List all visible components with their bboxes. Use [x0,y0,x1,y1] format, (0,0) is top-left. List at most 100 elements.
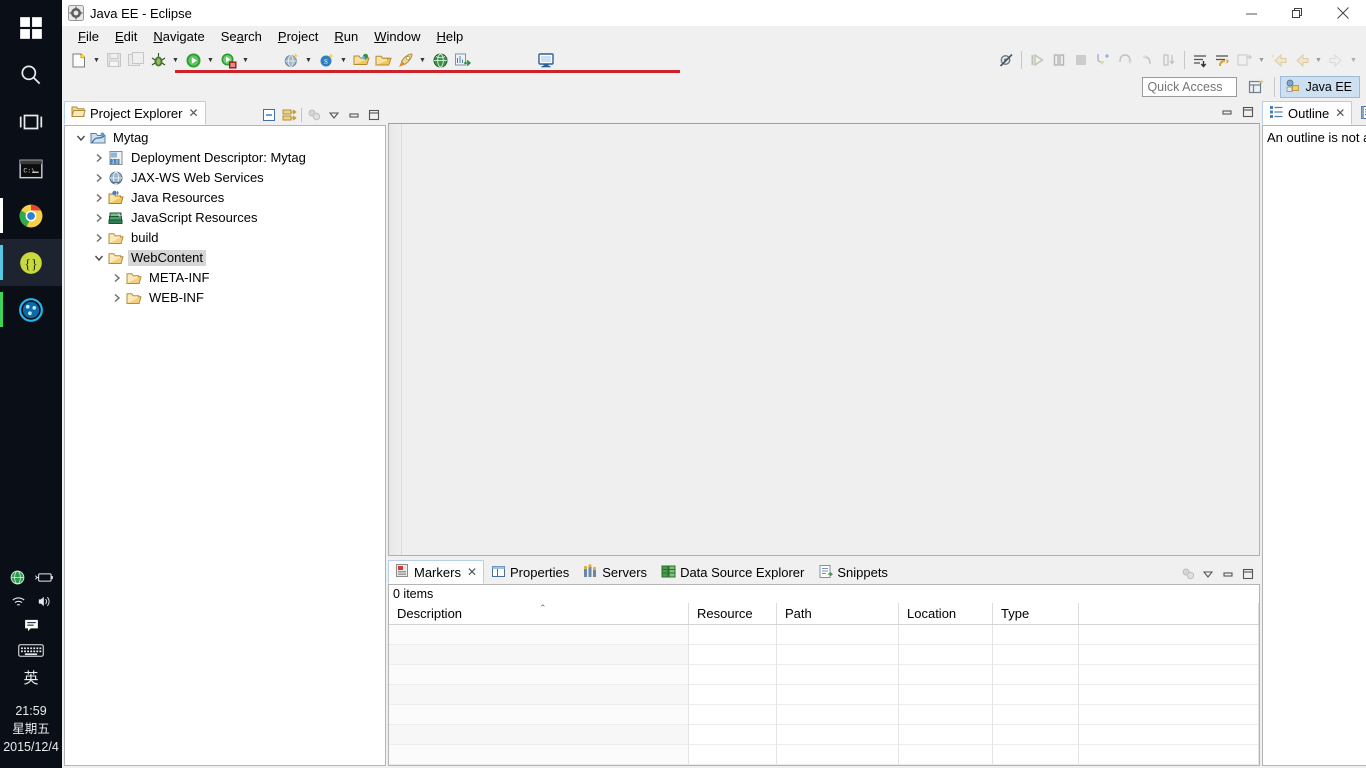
tab-data-source-explorer[interactable]: Data Source Explorer [654,560,811,584]
notification-icon[interactable] [23,617,40,637]
link-with-editor-icon[interactable] [281,107,297,123]
view-menu-icon[interactable] [306,107,322,123]
markers-column-type[interactable]: Type [993,603,1079,624]
close-window-button[interactable] [1320,0,1366,26]
taskbar-eclipse[interactable]: {} [0,239,62,286]
chevron-down-icon[interactable] [91,250,107,266]
taskbar-clock-weekday[interactable]: 星期五 [12,720,50,738]
new-web-dropdown[interactable]: ▼ [416,49,429,71]
tree-item-mytag[interactable]: Mytag [65,128,385,148]
step-over-button[interactable] [1114,49,1136,71]
drop-to-frame-button[interactable] [1158,49,1180,71]
chevron-right-icon[interactable] [91,230,107,246]
markers-table[interactable]: Description ⌃ Resource Path Location Type [389,603,1259,765]
chevron-down-icon[interactable] [73,130,89,146]
profile-button[interactable] [451,49,473,71]
run-dropdown[interactable]: ▼ [204,49,217,71]
open-perspective-button[interactable] [1245,76,1269,98]
back-history-button[interactable] [1268,49,1290,71]
volume-icon[interactable] [36,594,53,612]
markers-table-row[interactable] [389,725,1259,745]
new-server-button[interactable] [280,49,302,71]
view-menu-chevron-icon[interactable] [326,107,342,123]
forward-history-button[interactable] [1325,49,1347,71]
menu-run[interactable]: Run [326,26,366,47]
back-history-dropdown[interactable]: ▼ [1312,49,1325,71]
maximize-icon[interactable] [1240,104,1256,120]
view-menu-icon[interactable] [1180,566,1196,582]
tree-item-java-resources[interactable]: Java Resources [65,188,385,208]
close-icon[interactable]: ✕ [188,106,198,120]
markers-column-description[interactable]: Description ⌃ [389,603,689,624]
markers-table-row[interactable] [389,645,1259,665]
tab-servers[interactable]: Servers [576,560,654,584]
markers-table-row[interactable] [389,705,1259,725]
menu-project[interactable]: Project [270,26,326,47]
debug-button[interactable] [147,49,169,71]
new-server-dropdown[interactable]: ▼ [302,49,315,71]
quick-access-input[interactable] [1142,77,1238,97]
tree-item-javascript-resources[interactable]: JavaScript Resources [65,208,385,228]
tree-item-meta-inf[interactable]: META-INF [65,268,385,288]
new-wizard-button[interactable] [68,49,90,71]
previous-annotation-button[interactable] [1211,49,1233,71]
taskbar-cmd[interactable]: C:\ [0,145,62,192]
minimize-icon[interactable] [346,107,362,123]
step-return-button[interactable] [1136,49,1158,71]
chevron-right-icon[interactable] [91,190,107,206]
debug-dropdown[interactable]: ▼ [169,49,182,71]
taskbar-search[interactable] [0,51,62,98]
tree-item-web-inf[interactable]: WEB-INF [65,288,385,308]
chevron-right-icon[interactable] [91,210,107,226]
markers-table-row[interactable] [389,745,1259,765]
menu-search[interactable]: Search [213,26,270,47]
tree-item-jax-ws-web-services[interactable]: JAX-WS Web Services [65,168,385,188]
collapse-all-icon[interactable] [261,107,277,123]
menu-window[interactable]: Window [366,26,428,47]
menu-edit[interactable]: Edit [107,26,145,47]
chevron-right-icon[interactable] [109,290,125,306]
keyboard-icon[interactable] [18,643,44,661]
chevron-right-icon[interactable] [109,270,125,286]
tree-item-build[interactable]: build [65,228,385,248]
suspend-button[interactable] [1048,49,1070,71]
markers-column-blank[interactable] [1079,603,1259,624]
markers-table-rows[interactable] [389,625,1259,765]
markers-table-row[interactable] [389,625,1259,645]
markers-column-path[interactable]: Path [777,603,899,624]
tab-project-explorer[interactable]: Project Explorer ✕ [64,101,206,125]
maximize-icon[interactable] [366,107,382,123]
new-wizard-dropdown[interactable]: ▼ [90,49,103,71]
minimize-icon[interactable] [1220,566,1236,582]
tree-item-webcontent[interactable]: WebContent [65,248,385,268]
wifi-icon[interactable] [10,594,27,612]
open-type-button[interactable] [350,49,372,71]
perspective-java-ee[interactable]: Java EE [1280,76,1360,98]
close-icon[interactable]: ✕ [467,565,477,579]
chevron-right-icon[interactable] [91,150,107,166]
last-edit-location-button[interactable] [1233,49,1255,71]
view-menu-chevron-icon[interactable] [1200,566,1216,582]
tab-properties[interactable]: Properties [484,560,576,584]
tab-outline[interactable]: Outline ✕ [1262,101,1353,125]
close-icon[interactable]: ✕ [1335,106,1345,120]
step-into-button[interactable] [1092,49,1114,71]
network-globe-icon[interactable] [9,569,26,589]
run-as-server-button[interactable] [217,49,239,71]
taskbar-media[interactable] [0,286,62,333]
battery-icon[interactable] [34,571,54,587]
tab-markers[interactable]: Markers ✕ [388,560,485,584]
task-view[interactable] [0,98,62,145]
resume-button[interactable] [1026,49,1048,71]
terminate-button[interactable] [1070,49,1092,71]
new-web-button[interactable] [394,49,416,71]
last-edit-location-dropdown[interactable]: ▼ [1255,49,1268,71]
save-all-button[interactable] [125,49,147,71]
taskbar-chrome[interactable] [0,192,62,239]
console-button[interactable] [535,49,557,71]
minimize-window-button[interactable] [1228,0,1274,26]
menu-navigate[interactable]: Navigate [145,26,212,47]
run-as-server-dropdown[interactable]: ▼ [239,49,252,71]
editor-canvas[interactable] [388,123,1260,556]
web-browser-button[interactable] [429,49,451,71]
